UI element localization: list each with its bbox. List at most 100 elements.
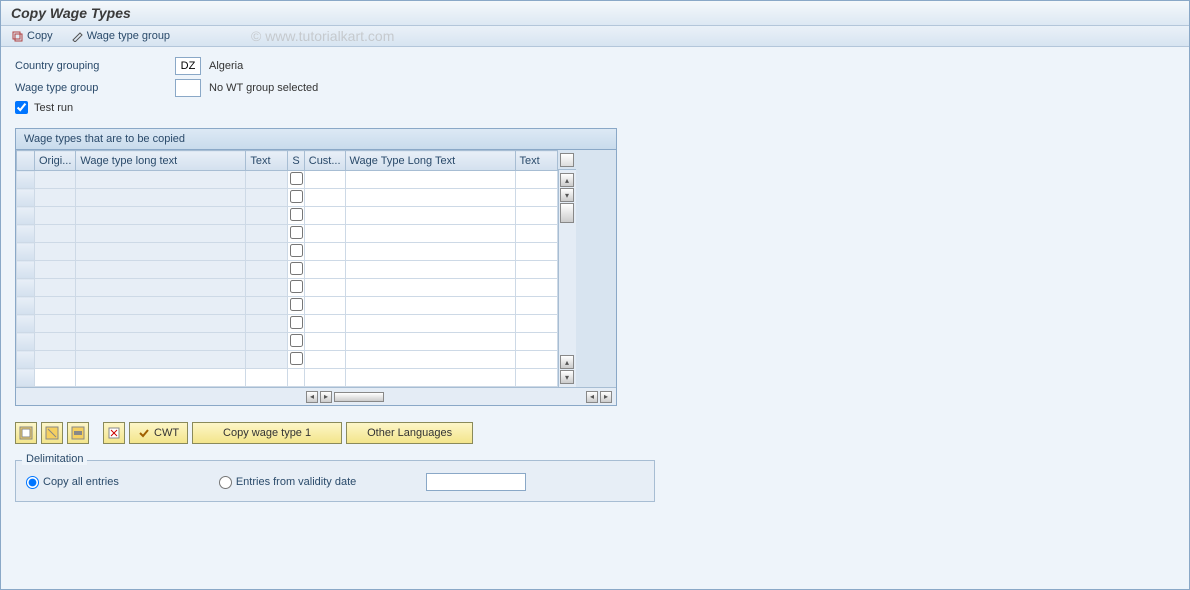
cell-origi[interactable] xyxy=(35,351,76,369)
delete-row-button[interactable] xyxy=(103,422,125,444)
s-checkbox[interactable] xyxy=(290,262,303,275)
horizontal-scrollbar-left[interactable]: ◂ ▸ xyxy=(302,391,526,403)
cell-long-text-2[interactable] xyxy=(345,171,515,189)
s-checkbox[interactable] xyxy=(290,208,303,221)
cell-long-text-1[interactable] xyxy=(76,243,246,261)
copy-button[interactable]: Copy xyxy=(11,30,53,42)
copy-all-radio-item[interactable]: Copy all entries xyxy=(26,476,119,489)
table-config-button[interactable] xyxy=(558,150,576,170)
cell-long-text-1[interactable] xyxy=(76,261,246,279)
country-grouping-input[interactable] xyxy=(175,57,201,75)
cell-text-2[interactable] xyxy=(515,207,557,225)
scroll-page-up-button[interactable]: ▴ xyxy=(560,355,574,369)
cell-s[interactable] xyxy=(288,351,304,369)
validity-date-input[interactable] xyxy=(426,473,526,491)
table-row[interactable] xyxy=(17,333,558,351)
cell-origi[interactable] xyxy=(35,225,76,243)
cell-text-1[interactable] xyxy=(246,297,288,315)
cell-s[interactable] xyxy=(288,297,304,315)
cell-long-text-1[interactable] xyxy=(76,333,246,351)
cell-long-text-2[interactable] xyxy=(345,369,515,387)
cell-text-2[interactable] xyxy=(515,315,557,333)
table-row[interactable] xyxy=(17,351,558,369)
cell-long-text-2[interactable] xyxy=(345,297,515,315)
cell-text-2[interactable] xyxy=(515,225,557,243)
row-selector[interactable] xyxy=(17,351,35,369)
row-selector[interactable] xyxy=(17,207,35,225)
column-long-text-1[interactable]: Wage type long text xyxy=(76,151,246,171)
table-row[interactable] xyxy=(17,369,558,387)
cell-text-2[interactable] xyxy=(515,261,557,279)
cell-cust[interactable] xyxy=(304,351,345,369)
cell-s[interactable] xyxy=(288,261,304,279)
cell-s[interactable] xyxy=(288,315,304,333)
cell-long-text-2[interactable] xyxy=(345,279,515,297)
cell-text-1[interactable] xyxy=(246,243,288,261)
cell-long-text-2[interactable] xyxy=(345,225,515,243)
s-checkbox[interactable] xyxy=(290,244,303,257)
table-row[interactable] xyxy=(17,225,558,243)
hscroll-left-button-2[interactable]: ◂ xyxy=(586,391,598,403)
wage-type-group-input[interactable] xyxy=(175,79,201,97)
cell-long-text-1[interactable] xyxy=(76,189,246,207)
cell-origi[interactable] xyxy=(35,369,76,387)
row-selector[interactable] xyxy=(17,189,35,207)
cell-cust[interactable] xyxy=(304,225,345,243)
hscroll-left-button[interactable]: ◂ xyxy=(306,391,318,403)
s-checkbox[interactable] xyxy=(290,226,303,239)
row-selector[interactable] xyxy=(17,279,35,297)
cell-long-text-1[interactable] xyxy=(76,207,246,225)
hscroll-right-button[interactable]: ▸ xyxy=(320,391,332,403)
from-date-radio-item[interactable]: Entries from validity date xyxy=(219,476,356,489)
cell-origi[interactable] xyxy=(35,189,76,207)
cell-cust[interactable] xyxy=(304,261,345,279)
select-all-button[interactable] xyxy=(15,422,37,444)
copy-all-radio[interactable] xyxy=(26,476,39,489)
wage-type-group-button[interactable]: Wage type group xyxy=(71,30,170,42)
cell-s[interactable] xyxy=(288,369,304,387)
cell-text-2[interactable] xyxy=(515,333,557,351)
cell-long-text-1[interactable] xyxy=(76,171,246,189)
cell-text-2[interactable] xyxy=(515,297,557,315)
cell-text-2[interactable] xyxy=(515,279,557,297)
cell-text-2[interactable] xyxy=(515,189,557,207)
cell-cust[interactable] xyxy=(304,297,345,315)
table-row[interactable] xyxy=(17,297,558,315)
deselect-all-button[interactable] xyxy=(41,422,63,444)
row-selector[interactable] xyxy=(17,369,35,387)
cell-origi[interactable] xyxy=(35,171,76,189)
cell-long-text-1[interactable] xyxy=(76,279,246,297)
cell-text-2[interactable] xyxy=(515,351,557,369)
row-selector[interactable] xyxy=(17,333,35,351)
table-row[interactable] xyxy=(17,207,558,225)
s-checkbox[interactable] xyxy=(290,172,303,185)
row-selector[interactable] xyxy=(17,243,35,261)
cell-text-1[interactable] xyxy=(246,261,288,279)
scroll-up-button[interactable]: ▴ xyxy=(560,173,574,187)
cell-long-text-2[interactable] xyxy=(345,351,515,369)
cell-text-2[interactable] xyxy=(515,369,557,387)
table-row[interactable] xyxy=(17,261,558,279)
column-s[interactable]: S xyxy=(288,151,304,171)
copy-wage-type-1-button[interactable]: Copy wage type 1 xyxy=(192,422,342,444)
row-selector[interactable] xyxy=(17,225,35,243)
test-run-checkbox[interactable] xyxy=(15,101,28,114)
cwt-button[interactable]: CWT xyxy=(129,422,188,444)
table-row[interactable] xyxy=(17,315,558,333)
cell-s[interactable] xyxy=(288,243,304,261)
vertical-scrollbar[interactable]: ▴ ▾ ▴ ▾ xyxy=(558,170,576,387)
hscroll-right-button-2[interactable]: ▸ xyxy=(600,391,612,403)
s-checkbox[interactable] xyxy=(290,298,303,311)
column-text-2[interactable]: Text xyxy=(515,151,557,171)
cell-long-text-2[interactable] xyxy=(345,243,515,261)
column-long-text-2[interactable]: Wage Type Long Text xyxy=(345,151,515,171)
select-block-button[interactable] xyxy=(67,422,89,444)
cell-text-1[interactable] xyxy=(246,279,288,297)
wage-types-grid[interactable]: Origi... Wage type long text Text S Cust… xyxy=(16,150,558,387)
cell-cust[interactable] xyxy=(304,315,345,333)
s-checkbox[interactable] xyxy=(290,316,303,329)
cell-text-2[interactable] xyxy=(515,171,557,189)
cell-s[interactable] xyxy=(288,171,304,189)
cell-origi[interactable] xyxy=(35,261,76,279)
other-languages-button[interactable]: Other Languages xyxy=(346,422,473,444)
